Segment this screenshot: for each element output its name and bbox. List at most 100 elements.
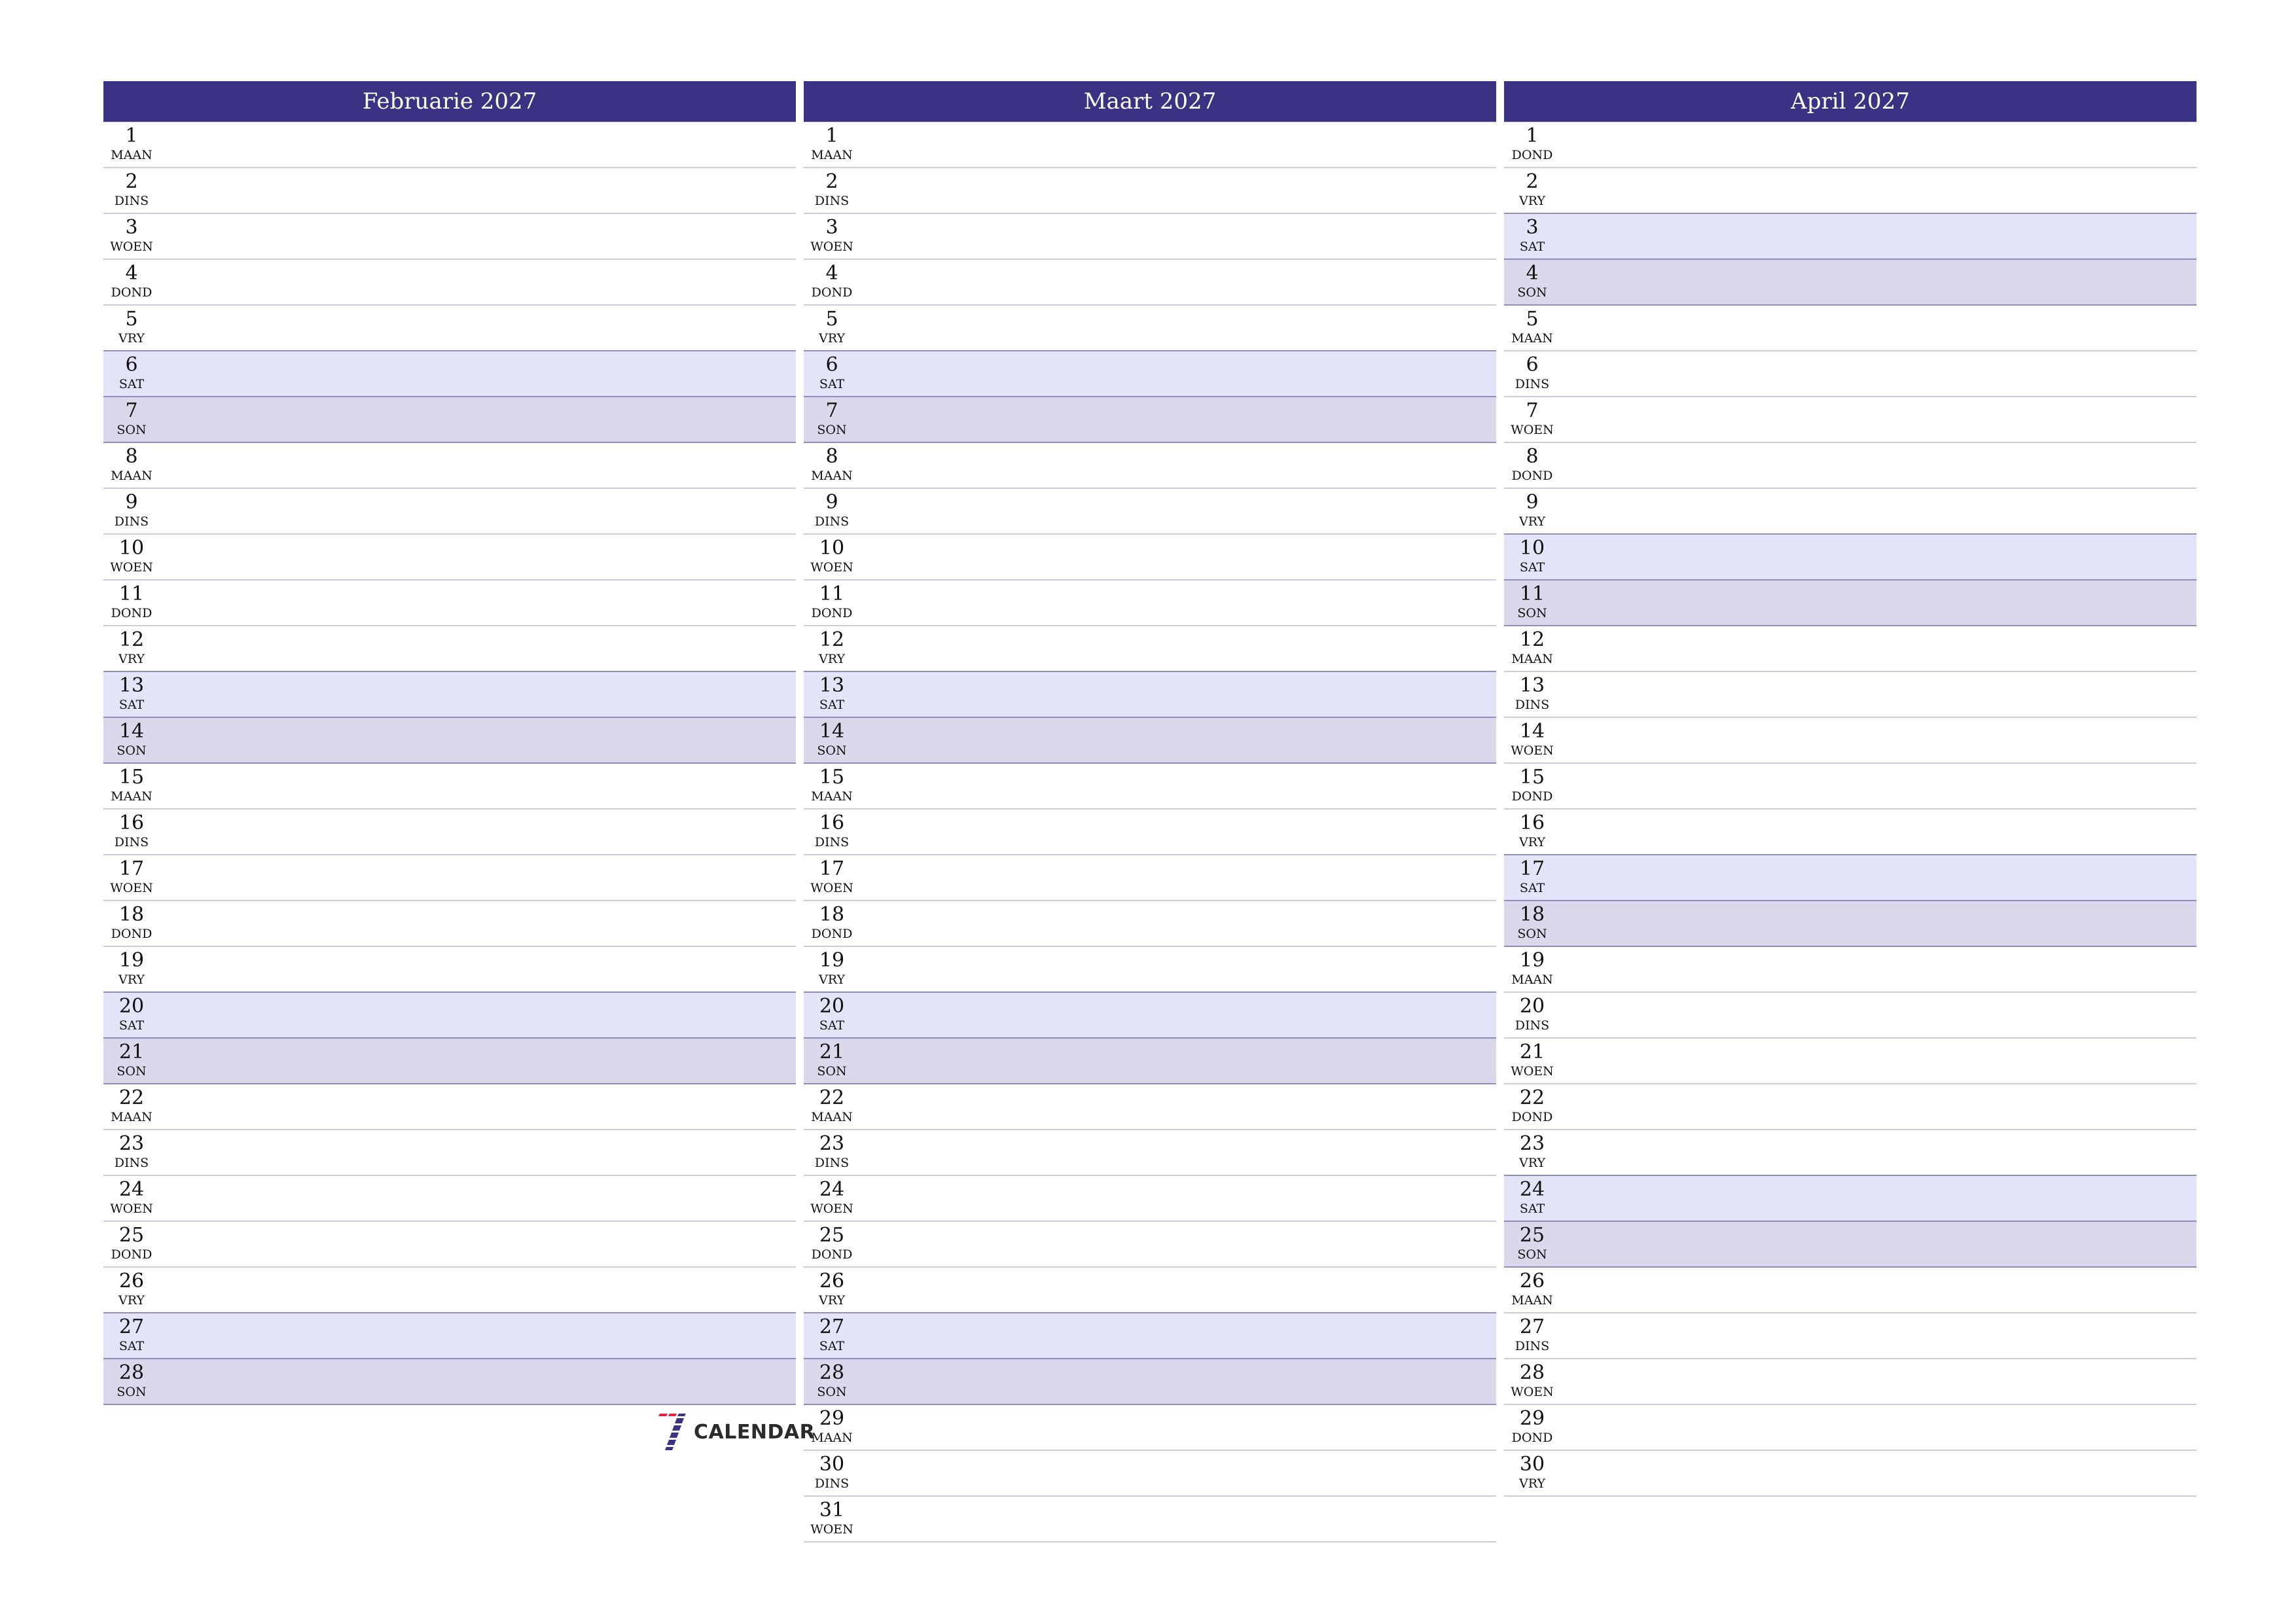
day-cell: 25 DOND <box>103 1222 160 1262</box>
day-number: 25 <box>118 1224 145 1247</box>
day-cell: 21 WOEN <box>1504 1039 1560 1079</box>
day-row: 14 SON <box>804 718 1496 764</box>
day-number: 19 <box>819 949 845 972</box>
weekday-name: SAT <box>819 377 845 391</box>
day-number: 21 <box>819 1041 845 1063</box>
day-cell: 16 VRY <box>1504 810 1560 850</box>
month-march: Maart 2027 1 MAAN 2 DINS 3 WOEN 4 DOND 5 VRY 6 SAT 7… <box>804 81 1496 1543</box>
day-cell: 15 MAAN <box>804 764 860 804</box>
day-cell: 12 MAAN <box>1504 626 1560 667</box>
day-number: 8 <box>125 445 138 468</box>
day-row: 18 DOND <box>103 901 796 947</box>
day-row: 10 SAT <box>1504 535 2197 580</box>
day-row: 1 DOND <box>1504 122 2197 168</box>
day-cell: 17 SAT <box>1504 855 1560 896</box>
day-cell: 16 DINS <box>103 810 160 850</box>
day-row: 16 DINS <box>103 810 796 855</box>
day-number: 30 <box>1519 1453 1545 1476</box>
weekday-name: VRY <box>118 652 145 666</box>
day-number: 6 <box>825 353 838 376</box>
day-cell: 2 DINS <box>103 168 160 209</box>
day-cell: 15 MAAN <box>103 764 160 804</box>
day-row: 12 VRY <box>103 626 796 672</box>
day-number: 15 <box>819 766 845 789</box>
day-number: 2 <box>125 170 138 193</box>
weekday-name: MAAN <box>811 469 853 483</box>
weekday-name: SAT <box>819 1018 845 1033</box>
day-number: 11 <box>118 582 145 605</box>
day-number: 21 <box>1519 1041 1545 1063</box>
weekday-name: VRY <box>819 652 845 666</box>
day-row: 22 MAAN <box>804 1084 1496 1130</box>
day-row: 21 SON <box>103 1039 796 1084</box>
weekday-name: SON <box>117 1385 147 1399</box>
weekday-name: DINS <box>114 1156 149 1170</box>
day-row: 14 SON <box>103 718 796 764</box>
weekday-name: WOEN <box>810 1522 853 1537</box>
day-cell: 28 SON <box>804 1359 860 1400</box>
weekday-name: SAT <box>1519 560 1545 575</box>
day-cell: 21 SON <box>103 1039 160 1079</box>
day-cell: 27 SAT <box>103 1313 160 1354</box>
weekday-name: WOEN <box>1511 1064 1554 1079</box>
day-cell: 24 WOEN <box>804 1176 860 1217</box>
weekday-name: DOND <box>811 927 853 941</box>
day-row: 19 VRY <box>804 947 1496 993</box>
day-number: 26 <box>118 1270 145 1293</box>
day-cell: 2 DINS <box>804 168 860 209</box>
day-row: 7 SON <box>103 397 796 443</box>
day-cell: 21 SON <box>804 1039 860 1079</box>
day-row: 9 VRY <box>1504 489 2197 535</box>
day-number: 7 <box>1526 399 1539 422</box>
day-number: 23 <box>118 1132 145 1155</box>
day-number: 14 <box>819 720 845 743</box>
day-row: 13 DINS <box>1504 672 2197 718</box>
day-row: 20 SAT <box>103 993 796 1039</box>
day-cell: 31 WOEN <box>804 1497 860 1537</box>
day-list: 1 DOND 2 VRY 3 SAT 4 SON 5 MAAN 6 DINS 7 WOEN 8 DOND 9 VR… <box>1504 122 2197 1497</box>
day-number: 24 <box>118 1178 145 1201</box>
day-number: 27 <box>118 1315 145 1338</box>
day-row: 11 DOND <box>103 580 796 626</box>
day-cell: 11 SON <box>1504 580 1560 621</box>
weekday-name: VRY <box>1519 514 1545 529</box>
weekday-name: SON <box>1517 606 1547 620</box>
month-header: Maart 2027 <box>804 81 1496 122</box>
day-row: 7 WOEN <box>1504 397 2197 443</box>
day-row: 21 SON <box>804 1039 1496 1084</box>
weekday-name: SAT <box>118 377 145 391</box>
weekday-name: SAT <box>118 1018 145 1033</box>
day-number: 13 <box>819 674 845 697</box>
weekday-name: WOEN <box>1511 423 1554 437</box>
logo-text: CALENDAR <box>694 1420 816 1444</box>
day-row: 4 SON <box>1504 260 2197 306</box>
day-cell: 6 DINS <box>1504 351 1560 392</box>
day-number: 19 <box>1519 949 1545 972</box>
day-cell: 3 WOEN <box>103 214 160 255</box>
day-number: 23 <box>1519 1132 1545 1155</box>
day-list: 1 MAAN 2 DINS 3 WOEN 4 DOND 5 VRY 6 SAT 7 SON 8 MAAN 9 DI… <box>804 122 1496 1543</box>
day-cell: 9 DINS <box>103 489 160 529</box>
day-number: 29 <box>1519 1407 1545 1430</box>
day-row: 2 DINS <box>103 168 796 214</box>
weekday-name: MAAN <box>1511 972 1553 987</box>
weekday-name: SAT <box>1519 881 1545 895</box>
day-row: 15 MAAN <box>804 764 1496 810</box>
weekday-name: DINS <box>814 194 850 208</box>
day-cell: 7 SON <box>804 397 860 438</box>
day-row: 30 DINS <box>804 1451 1496 1497</box>
day-number: 11 <box>1519 582 1545 605</box>
day-cell: 11 DOND <box>103 580 160 621</box>
day-cell: 22 MAAN <box>103 1084 160 1125</box>
weekday-name: SAT <box>819 698 845 712</box>
weekday-name: SON <box>1517 927 1547 941</box>
day-row: 10 WOEN <box>804 535 1496 580</box>
day-number: 28 <box>1519 1361 1545 1384</box>
day-row: 14 WOEN <box>1504 718 2197 764</box>
day-number: 19 <box>118 949 145 972</box>
weekday-name: WOEN <box>810 1202 853 1216</box>
day-cell: 8 MAAN <box>804 443 860 484</box>
month-header: Februarie 2027 <box>103 81 796 122</box>
weekday-name: DOND <box>811 285 853 300</box>
weekday-name: SAT <box>118 698 145 712</box>
